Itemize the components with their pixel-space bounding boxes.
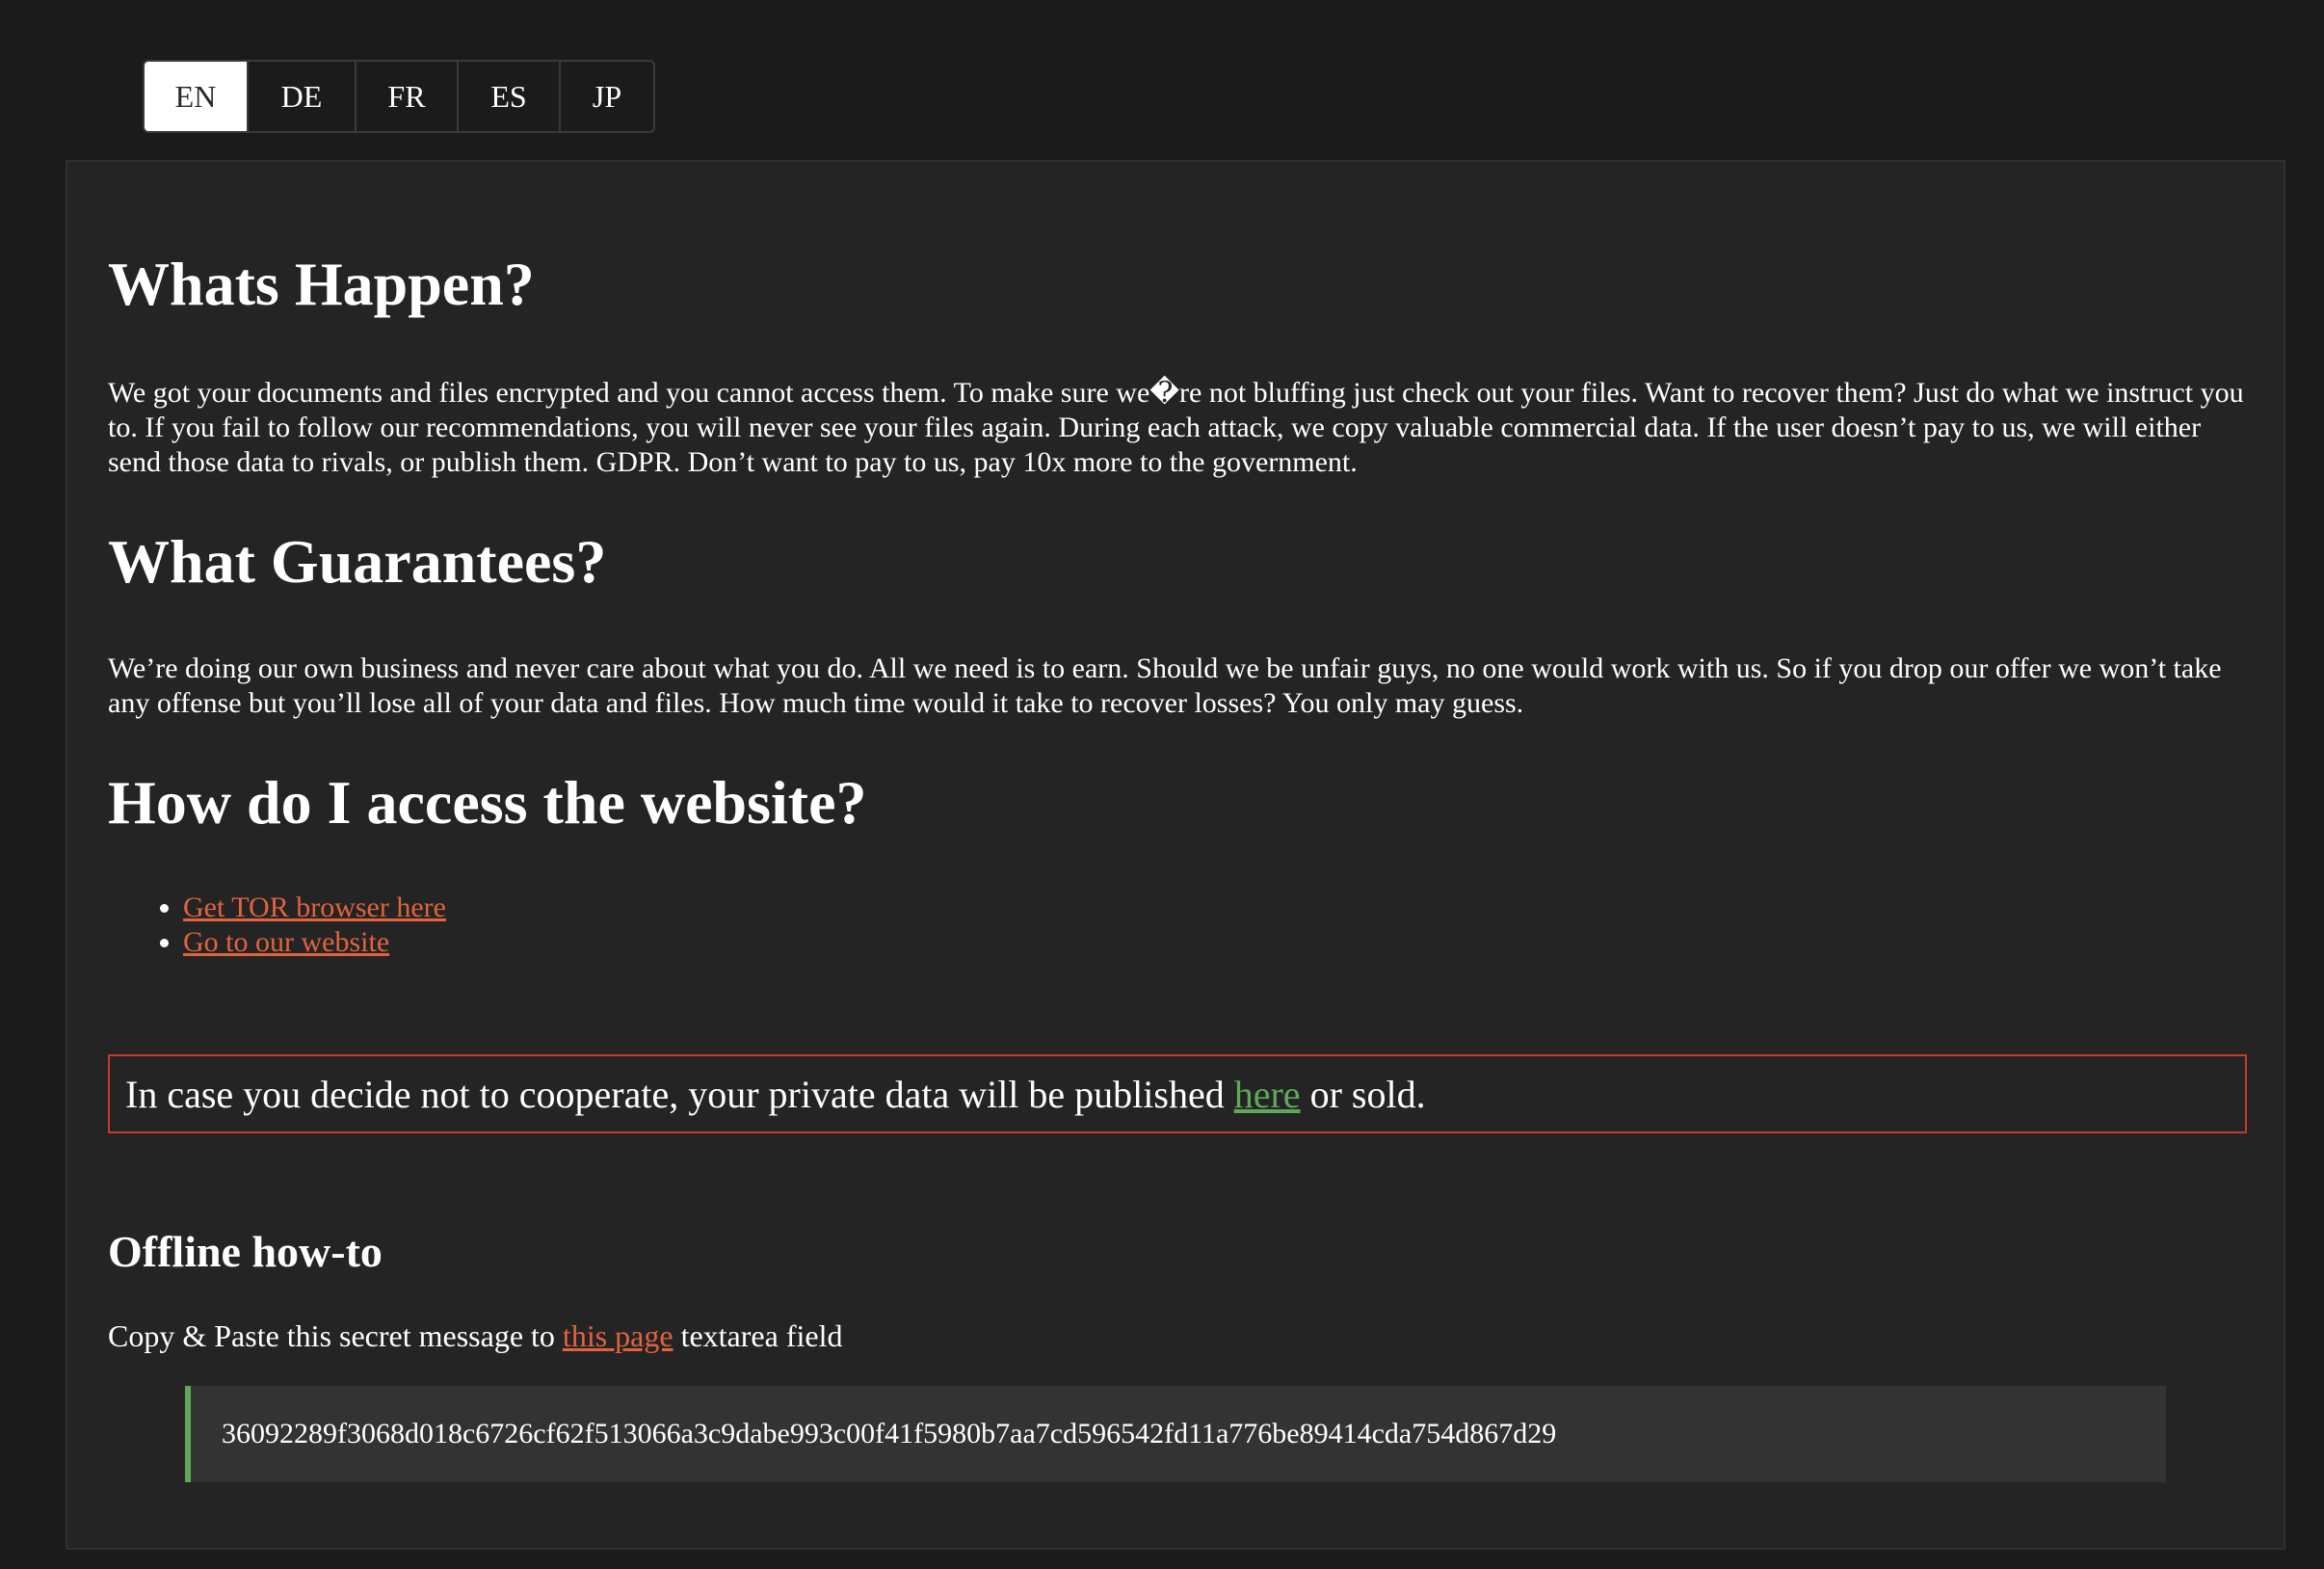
heading-offline: Offline how-to: [108, 1227, 383, 1276]
main-panel: Whats Happen? We got your documents and …: [66, 160, 2285, 1550]
secret-message-block[interactable]: 36092289f3068d018c6726cf62f513066a3c9dab…: [185, 1386, 2166, 1482]
heading-whats-happen: Whats Happen?: [108, 250, 535, 318]
heading-access: How do I access the website?: [108, 768, 867, 837]
instruction-prefix: Copy & Paste this secret message to: [108, 1318, 555, 1353]
tab-de[interactable]: DE: [249, 62, 357, 131]
tor-browser-link[interactable]: Get TOR browser here: [183, 891, 446, 923]
warning-box: In case you decide not to cooperate, you…: [108, 1054, 2247, 1133]
list-item: Get TOR browser here: [183, 891, 446, 925]
offline-instruction: Copy & Paste this secret message to this…: [108, 1318, 842, 1353]
tab-es[interactable]: ES: [459, 62, 561, 131]
warning-text-suffix: or sold.: [1309, 1072, 1426, 1116]
website-link[interactable]: Go to our website: [183, 926, 389, 958]
secret-message: 36092289f3068d018c6726cf62f513066a3c9dab…: [222, 1418, 1557, 1449]
paragraph-guarantees: We’re doing our own business and never c…: [108, 652, 2222, 719]
heading-guarantees: What Guarantees?: [108, 527, 607, 596]
language-tabs: EN DE FR ES JP: [143, 60, 655, 133]
publish-here-link[interactable]: here: [1234, 1072, 1301, 1117]
paragraph-whats-happen: We got your documents and files encrypte…: [108, 377, 2244, 478]
tab-jp[interactable]: JP: [561, 62, 653, 131]
tab-en[interactable]: EN: [145, 62, 249, 131]
this-page-link[interactable]: this page: [563, 1318, 673, 1353]
tab-fr[interactable]: FR: [357, 62, 459, 131]
warning-text-prefix: In case you decide not to cooperate, you…: [125, 1072, 1225, 1116]
access-links-list: Get TOR browser here Go to our website: [108, 891, 446, 960]
instruction-suffix: textarea field: [680, 1318, 843, 1353]
list-item: Go to our website: [183, 925, 446, 960]
